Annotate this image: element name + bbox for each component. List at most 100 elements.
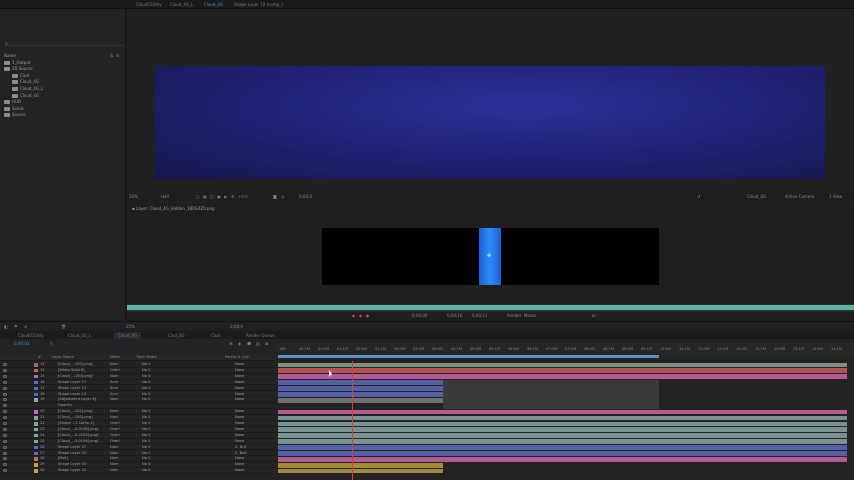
layer-name[interactable]: [Shape ...1 Comp 1] <box>58 421 94 426</box>
label-color-chip[interactable] <box>34 463 38 467</box>
timeline-tab-4[interactable]: Clud_4G <box>164 332 189 339</box>
column-num[interactable]: # <box>38 355 41 359</box>
layer-duration-bar[interactable] <box>278 362 847 368</box>
eye-icon[interactable] <box>3 386 7 390</box>
layer-name[interactable]: Shape Layer 32 <box>58 468 86 473</box>
layer-duration-bar[interactable] <box>278 368 847 374</box>
collapse-icon[interactable]: ◧ <box>4 324 8 330</box>
eye-icon[interactable] <box>3 469 7 473</box>
column-mode[interactable]: Mode <box>110 355 120 359</box>
label-color-chip[interactable] <box>34 368 38 373</box>
tab-comp-4[interactable]: Shape Layer 19 (comp_) <box>230 1 287 8</box>
label-color-chip[interactable] <box>34 433 38 438</box>
eye-icon[interactable] <box>3 439 7 443</box>
comp-name-dropdown[interactable]: Cloud_4G <box>747 194 766 200</box>
layer-name[interactable]: [Cloud_...150].png] <box>58 409 93 414</box>
eye-icon[interactable] <box>3 363 7 366</box>
snapshot-icon[interactable]: ◙ <box>273 194 277 200</box>
timeline-tab-5[interactable]: Clud <box>207 332 224 339</box>
mask-visibility-icon[interactable]: ◫ <box>210 194 214 200</box>
layer-duration-bar[interactable] <box>278 392 443 397</box>
label-color-chip[interactable] <box>34 410 38 414</box>
project-name-column[interactable]: Name <box>4 53 16 59</box>
layer-duration-bar[interactable] <box>278 468 443 474</box>
out-point-timecode[interactable]: 0;00;11 <box>472 313 487 319</box>
current-timecode[interactable]: 0;00;0 <box>299 194 312 200</box>
layer-duration-bar[interactable] <box>278 415 847 421</box>
pin-icon[interactable]: ⚑ <box>14 324 18 330</box>
in-point-icon[interactable]: ◆ <box>352 313 355 319</box>
eye-icon[interactable] <box>3 404 7 408</box>
in-point-timecode[interactable]: 0;00;00 <box>412 313 427 319</box>
layer-name[interactable]: [Cloud_...0-0156].png] <box>58 439 98 444</box>
layer-name[interactable]: Shape Layer 32 <box>58 451 86 456</box>
layer-duration-bar[interactable] <box>278 409 847 415</box>
layer-name[interactable]: [Cloud_...0-0136].png] <box>58 427 98 432</box>
project-item[interactable]: Cloud_4G <box>12 93 39 99</box>
layer-name[interactable]: Shape Layer 15 <box>58 386 86 391</box>
eye-icon[interactable] <box>3 410 7 414</box>
color-manage-icon[interactable]: ✲ <box>231 194 234 200</box>
work-area-bar[interactable] <box>278 355 659 358</box>
label-color-chip[interactable] <box>34 439 38 444</box>
trash-icon[interactable]: 🗑 <box>61 324 66 330</box>
layer-name[interactable]: [Cloud_...150].png] <box>58 415 93 420</box>
layer-duration-bar[interactable] <box>278 462 443 468</box>
view-dropdown[interactable]: Masks <box>524 313 536 319</box>
project-item[interactable]: Cloud_4G_L <box>12 86 43 92</box>
layer-name[interactable]: Shape Layer 33 <box>58 462 86 467</box>
show-snapshot-icon[interactable]: ◎ <box>281 194 285 200</box>
active-camera-dropdown[interactable]: Active Camera <box>785 194 814 200</box>
layer-name[interactable]: [Cloud_...0-0150].png] <box>58 433 98 438</box>
layer-name[interactable]: Shape Layer 17 <box>58 380 86 385</box>
project-item[interactable]: Solids <box>4 106 24 112</box>
label-color-chip[interactable] <box>34 469 38 473</box>
label-color-chip[interactable] <box>34 451 38 455</box>
layer-duration-bar[interactable] <box>278 451 847 456</box>
label-color-chip[interactable] <box>34 392 38 396</box>
layer-duration-bar[interactable] <box>278 421 847 427</box>
out-point-icon[interactable]: ◆ <box>359 313 362 319</box>
eye-icon[interactable] <box>3 380 7 384</box>
timeline-search-icon[interactable]: ⚲ <box>50 341 53 347</box>
timeline-tab-6[interactable]: Render Queue <box>242 332 279 339</box>
ripple-icon[interactable]: ◆ <box>366 313 369 319</box>
eye-icon[interactable] <box>3 451 7 455</box>
interpret-footage-icon[interactable]: ⇅ <box>110 53 113 58</box>
column-parent[interactable]: Parent & Link <box>225 355 249 359</box>
zoom-dropdown[interactable]: 50% <box>129 194 138 200</box>
transparency-grid-icon[interactable]: ▦ <box>203 194 207 200</box>
project-item[interactable]: HUD <box>4 99 21 105</box>
label-color-chip[interactable] <box>34 386 38 391</box>
shy-layers-icon[interactable]: ☻ <box>247 341 251 347</box>
label-color-chip[interactable] <box>34 380 38 385</box>
project-item[interactable]: Cloud_4G <box>12 79 39 85</box>
eye-icon[interactable] <box>3 463 7 467</box>
label-color-chip[interactable] <box>34 445 38 450</box>
label-color-chip[interactable] <box>34 404 38 408</box>
flowchart-icon[interactable]: ⚙ <box>116 53 120 58</box>
label-color-chip[interactable] <box>34 422 38 426</box>
layer-time-ruler[interactable] <box>127 304 854 312</box>
tab-comp-3[interactable]: Cloud_4G <box>200 1 227 8</box>
layer-name[interactable]: [Adjustment Layer 6] <box>58 397 96 402</box>
label-color-chip[interactable] <box>34 398 38 402</box>
graph-editor-icon[interactable]: ⊠ <box>265 341 268 347</box>
layer-name[interactable]: [Cloud_...150].png] <box>58 362 93 367</box>
project-item[interactable]: Source <box>4 112 26 118</box>
tree-icon[interactable]: ⋔ <box>24 324 27 330</box>
project-search-bar[interactable]: ⚲ <box>4 41 124 46</box>
frame-blending-icon[interactable]: ▤ <box>256 341 260 347</box>
timeline-zoom-dropdown[interactable]: 25% <box>126 324 135 330</box>
views-dropdown[interactable]: 1 View <box>829 194 842 200</box>
eye-icon[interactable] <box>3 427 7 431</box>
layer-name[interactable]: [Null] <box>58 456 68 461</box>
channel-icon[interactable]: ◐ <box>224 194 228 200</box>
reset-exposure-icon[interactable]: ↺ <box>697 194 700 200</box>
project-item[interactable]: 1_Output <box>4 60 30 66</box>
layer-name[interactable]: [White Solid 6] <box>58 368 85 373</box>
comp-mini-flowchart-icon[interactable]: ⌘ <box>229 341 233 347</box>
guides-icon[interactable]: ▣ <box>217 194 221 200</box>
layer-duration-bar[interactable] <box>278 445 847 450</box>
timeline-ruler[interactable]: 00f 00:15f 01:00f 01:15f 02:00f 02:15f 03:00f 0… <box>276 343 854 354</box>
